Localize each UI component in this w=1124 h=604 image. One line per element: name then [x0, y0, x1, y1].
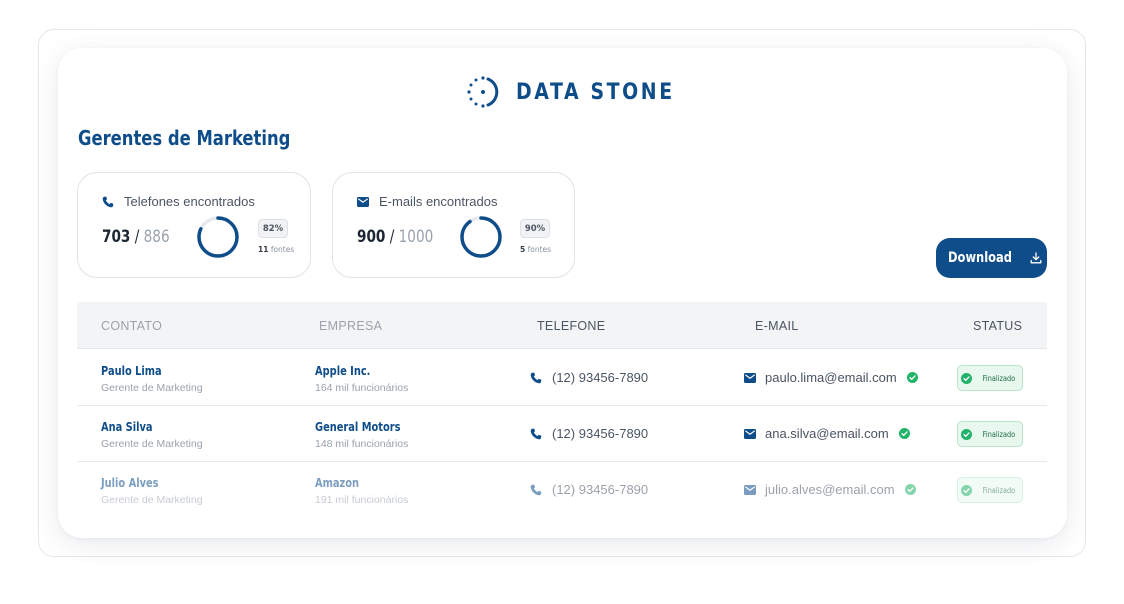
- verified-check-icon: [904, 484, 916, 495]
- phone-icon: [102, 196, 114, 207]
- page-title: Gerentes de Marketing: [78, 126, 291, 150]
- phones-sources: 11 fontes: [258, 245, 294, 254]
- header-phone: TELEFONE: [537, 319, 606, 333]
- mail-icon: [744, 428, 756, 439]
- phones-percent-badge: 82%: [258, 219, 288, 238]
- email-cell[interactable]: julio.alves@email.com: [744, 482, 916, 497]
- phone-cell[interactable]: (12) 93456-7890: [530, 370, 648, 385]
- brand-name: DATA STONE: [516, 79, 675, 105]
- status-label: Finalizado: [982, 429, 1016, 439]
- company-employees: 164 mil funcionários: [315, 382, 409, 394]
- table-header: CONTATO EMPRESA TELEFONE E-MAIL STATUS: [77, 302, 1047, 349]
- company-name[interactable]: Apple Inc.: [315, 364, 370, 378]
- emails-total: 1000: [398, 227, 434, 247]
- mail-icon: [744, 484, 756, 495]
- check-circle-icon: [961, 372, 973, 384]
- status-label: Finalizado: [982, 373, 1016, 383]
- emails-found: 900: [357, 227, 386, 247]
- emails-sources-count: 5: [520, 245, 526, 254]
- phones-stat-label: Telefones encontrados: [124, 194, 255, 209]
- company-name[interactable]: Amazon: [315, 476, 359, 490]
- phone-number: (12) 93456-7890: [552, 370, 649, 385]
- emails-stat-card: E-mails encontrados 900 / 1000 90% 5 fon…: [332, 172, 575, 278]
- emails-percent-badge: 90%: [520, 219, 550, 238]
- phones-sources-count: 11: [258, 245, 269, 254]
- table-row[interactable]: Paulo Lima Gerente de Marketing Apple In…: [77, 350, 1047, 406]
- company-employees: 191 mil funcionários: [315, 494, 409, 506]
- contact-role: Gerente de Marketing: [101, 438, 203, 450]
- phones-progress-ring: [197, 216, 239, 258]
- email-cell[interactable]: ana.silva@email.com: [744, 426, 910, 441]
- header-status: STATUS: [973, 319, 1023, 333]
- data-stone-logo-icon: [467, 76, 499, 108]
- emails-stat-label: E-mails encontrados: [379, 194, 498, 209]
- status-badge: Finalizado: [957, 421, 1023, 447]
- email-address: paulo.lima@email.com: [765, 370, 897, 385]
- header-email: E-MAIL: [755, 319, 799, 333]
- emails-stat-header: E-mails encontrados: [357, 194, 498, 209]
- download-button[interactable]: Download: [936, 238, 1047, 278]
- email-address: ana.silva@email.com: [765, 426, 889, 441]
- verified-check-icon: [906, 372, 918, 383]
- emails-sources: 5 fontes: [520, 245, 551, 254]
- emails-separator: /: [389, 227, 395, 247]
- status-badge: Finalizado: [957, 477, 1023, 503]
- status-badge: Finalizado: [957, 365, 1023, 391]
- phone-number: (12) 93456-7890: [552, 482, 649, 497]
- check-circle-icon: [961, 484, 973, 496]
- contact-name[interactable]: Ana Silva: [101, 420, 153, 434]
- status-label: Finalizado: [982, 485, 1016, 495]
- download-button-label: Download: [948, 250, 1013, 266]
- header-contact: CONTATO: [101, 319, 163, 333]
- email-address: julio.alves@email.com: [765, 482, 895, 497]
- phones-sources-label: fontes: [270, 245, 295, 254]
- phones-found: 703: [102, 227, 131, 247]
- header-company: EMPRESA: [319, 319, 383, 333]
- contact-name[interactable]: Julio Alves: [101, 476, 159, 490]
- contact-role: Gerente de Marketing: [101, 382, 203, 394]
- contact-name[interactable]: Paulo Lima: [101, 364, 162, 378]
- brand: DATA STONE: [466, 74, 701, 110]
- company-employees: 148 mil funcionários: [315, 438, 409, 450]
- emails-progress-ring: [460, 216, 502, 258]
- download-icon: [1030, 252, 1041, 264]
- phones-stat-header: Telefones encontrados: [102, 194, 255, 209]
- company-name[interactable]: General Motors: [315, 420, 400, 434]
- phone-icon: [530, 484, 542, 495]
- mail-icon: [357, 196, 369, 207]
- phones-stat-value: 703 / 886: [102, 227, 170, 247]
- verified-check-icon: [898, 428, 910, 439]
- phone-cell[interactable]: (12) 93456-7890: [530, 482, 648, 497]
- phone-number: (12) 93456-7890: [552, 426, 649, 441]
- phone-icon: [530, 372, 542, 383]
- contact-role: Gerente de Marketing: [101, 494, 203, 506]
- phone-icon: [530, 428, 542, 439]
- phone-cell[interactable]: (12) 93456-7890: [530, 426, 648, 441]
- phones-stat-card: Telefones encontrados 703 / 886 82% 11 f…: [77, 172, 311, 278]
- emails-sources-label: fontes: [527, 245, 552, 254]
- table-row[interactable]: Julio Alves Gerente de Marketing Amazon …: [77, 462, 1047, 518]
- mail-icon: [744, 372, 756, 383]
- contacts-table: CONTATO EMPRESA TELEFONE E-MAIL STATUS P…: [77, 302, 1047, 518]
- emails-stat-value: 900 / 1000: [357, 227, 433, 247]
- email-cell[interactable]: paulo.lima@email.com: [744, 370, 918, 385]
- check-circle-icon: [961, 428, 973, 440]
- table-row[interactable]: Ana Silva Gerente de Marketing General M…: [77, 406, 1047, 462]
- phones-total: 886: [143, 227, 170, 247]
- phones-separator: /: [134, 227, 140, 247]
